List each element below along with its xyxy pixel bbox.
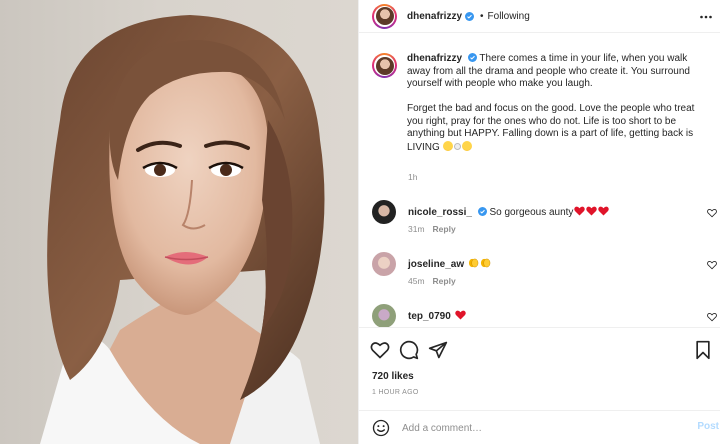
comment-bubble-icon[interactable]	[399, 340, 419, 360]
caption: dhenafrizzy There comes a time in your l…	[372, 53, 717, 167]
post-comment-button[interactable]: Post	[697, 421, 719, 432]
verified-badge-icon	[467, 53, 477, 62]
comment-time[interactable]: 31m	[408, 224, 425, 234]
comments-scroll-area[interactable]: dhenafrizzy There comes a time in your l…	[359, 34, 720, 328]
action-bar	[359, 330, 720, 370]
more-options-icon[interactable]	[699, 10, 713, 24]
caption-text: dhenafrizzy There comes a time in your l…	[407, 53, 709, 167]
comment-body: nicole_rossi_ So gorgeous aunty	[408, 206, 610, 218]
verified-badge-icon	[465, 11, 475, 21]
red-heart-emoji-icon	[598, 206, 610, 216]
selfie-image	[40, 15, 325, 444]
like-comment-heart-icon[interactable]	[707, 312, 717, 322]
author-avatar[interactable]	[372, 3, 397, 29]
comment-time[interactable]: 45m	[408, 276, 425, 286]
commenter-username[interactable]: nicole_rossi_	[408, 207, 472, 218]
posted-time[interactable]: 1 HOUR AGO	[372, 389, 419, 396]
post-details-panel: dhenafrizzy • Following dhenafrizzy Ther…	[358, 0, 720, 444]
post-viewer: dhenafrizzy • Following dhenafrizzy Ther…	[0, 0, 720, 444]
post-header: dhenafrizzy • Following	[359, 0, 720, 33]
red-heart-emoji-icon	[454, 310, 466, 320]
comment-body: joseline_aw	[408, 258, 491, 270]
comment-meta: 31m Reply	[408, 224, 456, 234]
comment-text: So gorgeous aunty	[489, 207, 574, 218]
commenter-avatar[interactable]	[372, 252, 396, 276]
face-emoji-icon	[453, 142, 461, 150]
emoji-picker-icon[interactable]	[372, 419, 390, 437]
like-comment-heart-icon[interactable]	[707, 260, 717, 270]
separator-dot: •	[480, 10, 484, 22]
clapping-hands-emoji-icon	[480, 258, 491, 268]
commenter-avatar[interactable]	[372, 200, 396, 224]
caption-timestamp[interactable]: 1h	[408, 172, 417, 182]
commenter-username[interactable]: joseline_aw	[408, 259, 464, 270]
verified-badge-icon	[477, 207, 487, 216]
author-username[interactable]: dhenafrizzy	[407, 11, 462, 22]
bookmark-icon[interactable]	[693, 340, 713, 360]
likes-count[interactable]: 720 likes	[372, 371, 414, 382]
post-photo[interactable]	[0, 0, 358, 444]
like-heart-icon[interactable]	[370, 340, 390, 360]
smile-emoji-icon	[461, 140, 472, 151]
clapping-hands-emoji-icon	[468, 258, 479, 268]
share-paper-plane-icon[interactable]	[428, 340, 448, 360]
comment-meta: 45m Reply	[408, 276, 456, 286]
red-heart-emoji-icon	[574, 206, 586, 216]
following-button[interactable]: Following	[488, 11, 530, 22]
reply-button[interactable]: Reply	[433, 224, 456, 234]
caption-username[interactable]: dhenafrizzy	[407, 53, 462, 64]
like-comment-heart-icon[interactable]	[707, 208, 717, 218]
red-heart-emoji-icon	[586, 206, 598, 216]
caption-avatar[interactable]	[372, 53, 397, 78]
comment-body: tep_0790	[408, 310, 466, 322]
smile-emoji-icon	[442, 140, 453, 151]
reply-button[interactable]: Reply	[433, 276, 456, 286]
add-comment-bar: Post	[359, 410, 720, 444]
comment-input[interactable]	[402, 419, 672, 437]
commenter-username[interactable]: tep_0790	[408, 311, 451, 322]
commenter-avatar[interactable]	[372, 304, 396, 327]
